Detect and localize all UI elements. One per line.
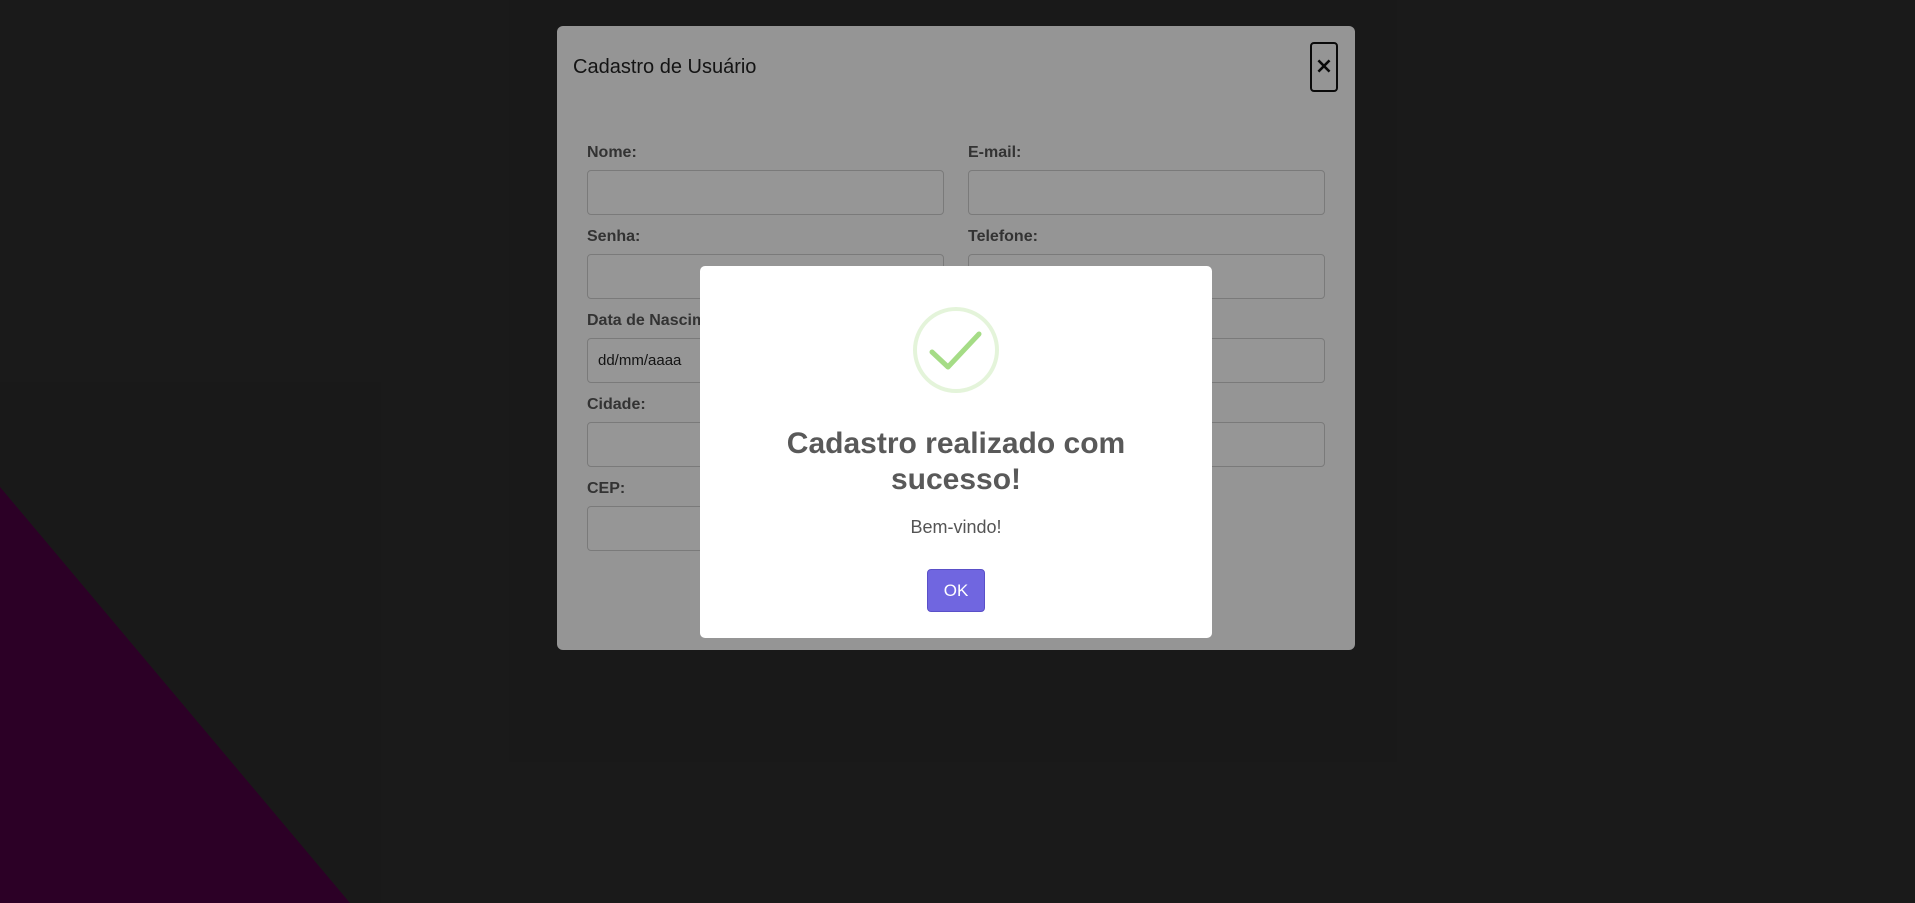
dialog-title: Cadastro realizado com sucesso! (786, 427, 1126, 496)
ok-button[interactable]: OK (927, 569, 985, 612)
success-check-icon (913, 307, 999, 393)
success-dialog: Cadastro realizado com sucesso! Bem-vind… (700, 266, 1212, 638)
dialog-message: Bem-vindo! (910, 517, 1002, 537)
